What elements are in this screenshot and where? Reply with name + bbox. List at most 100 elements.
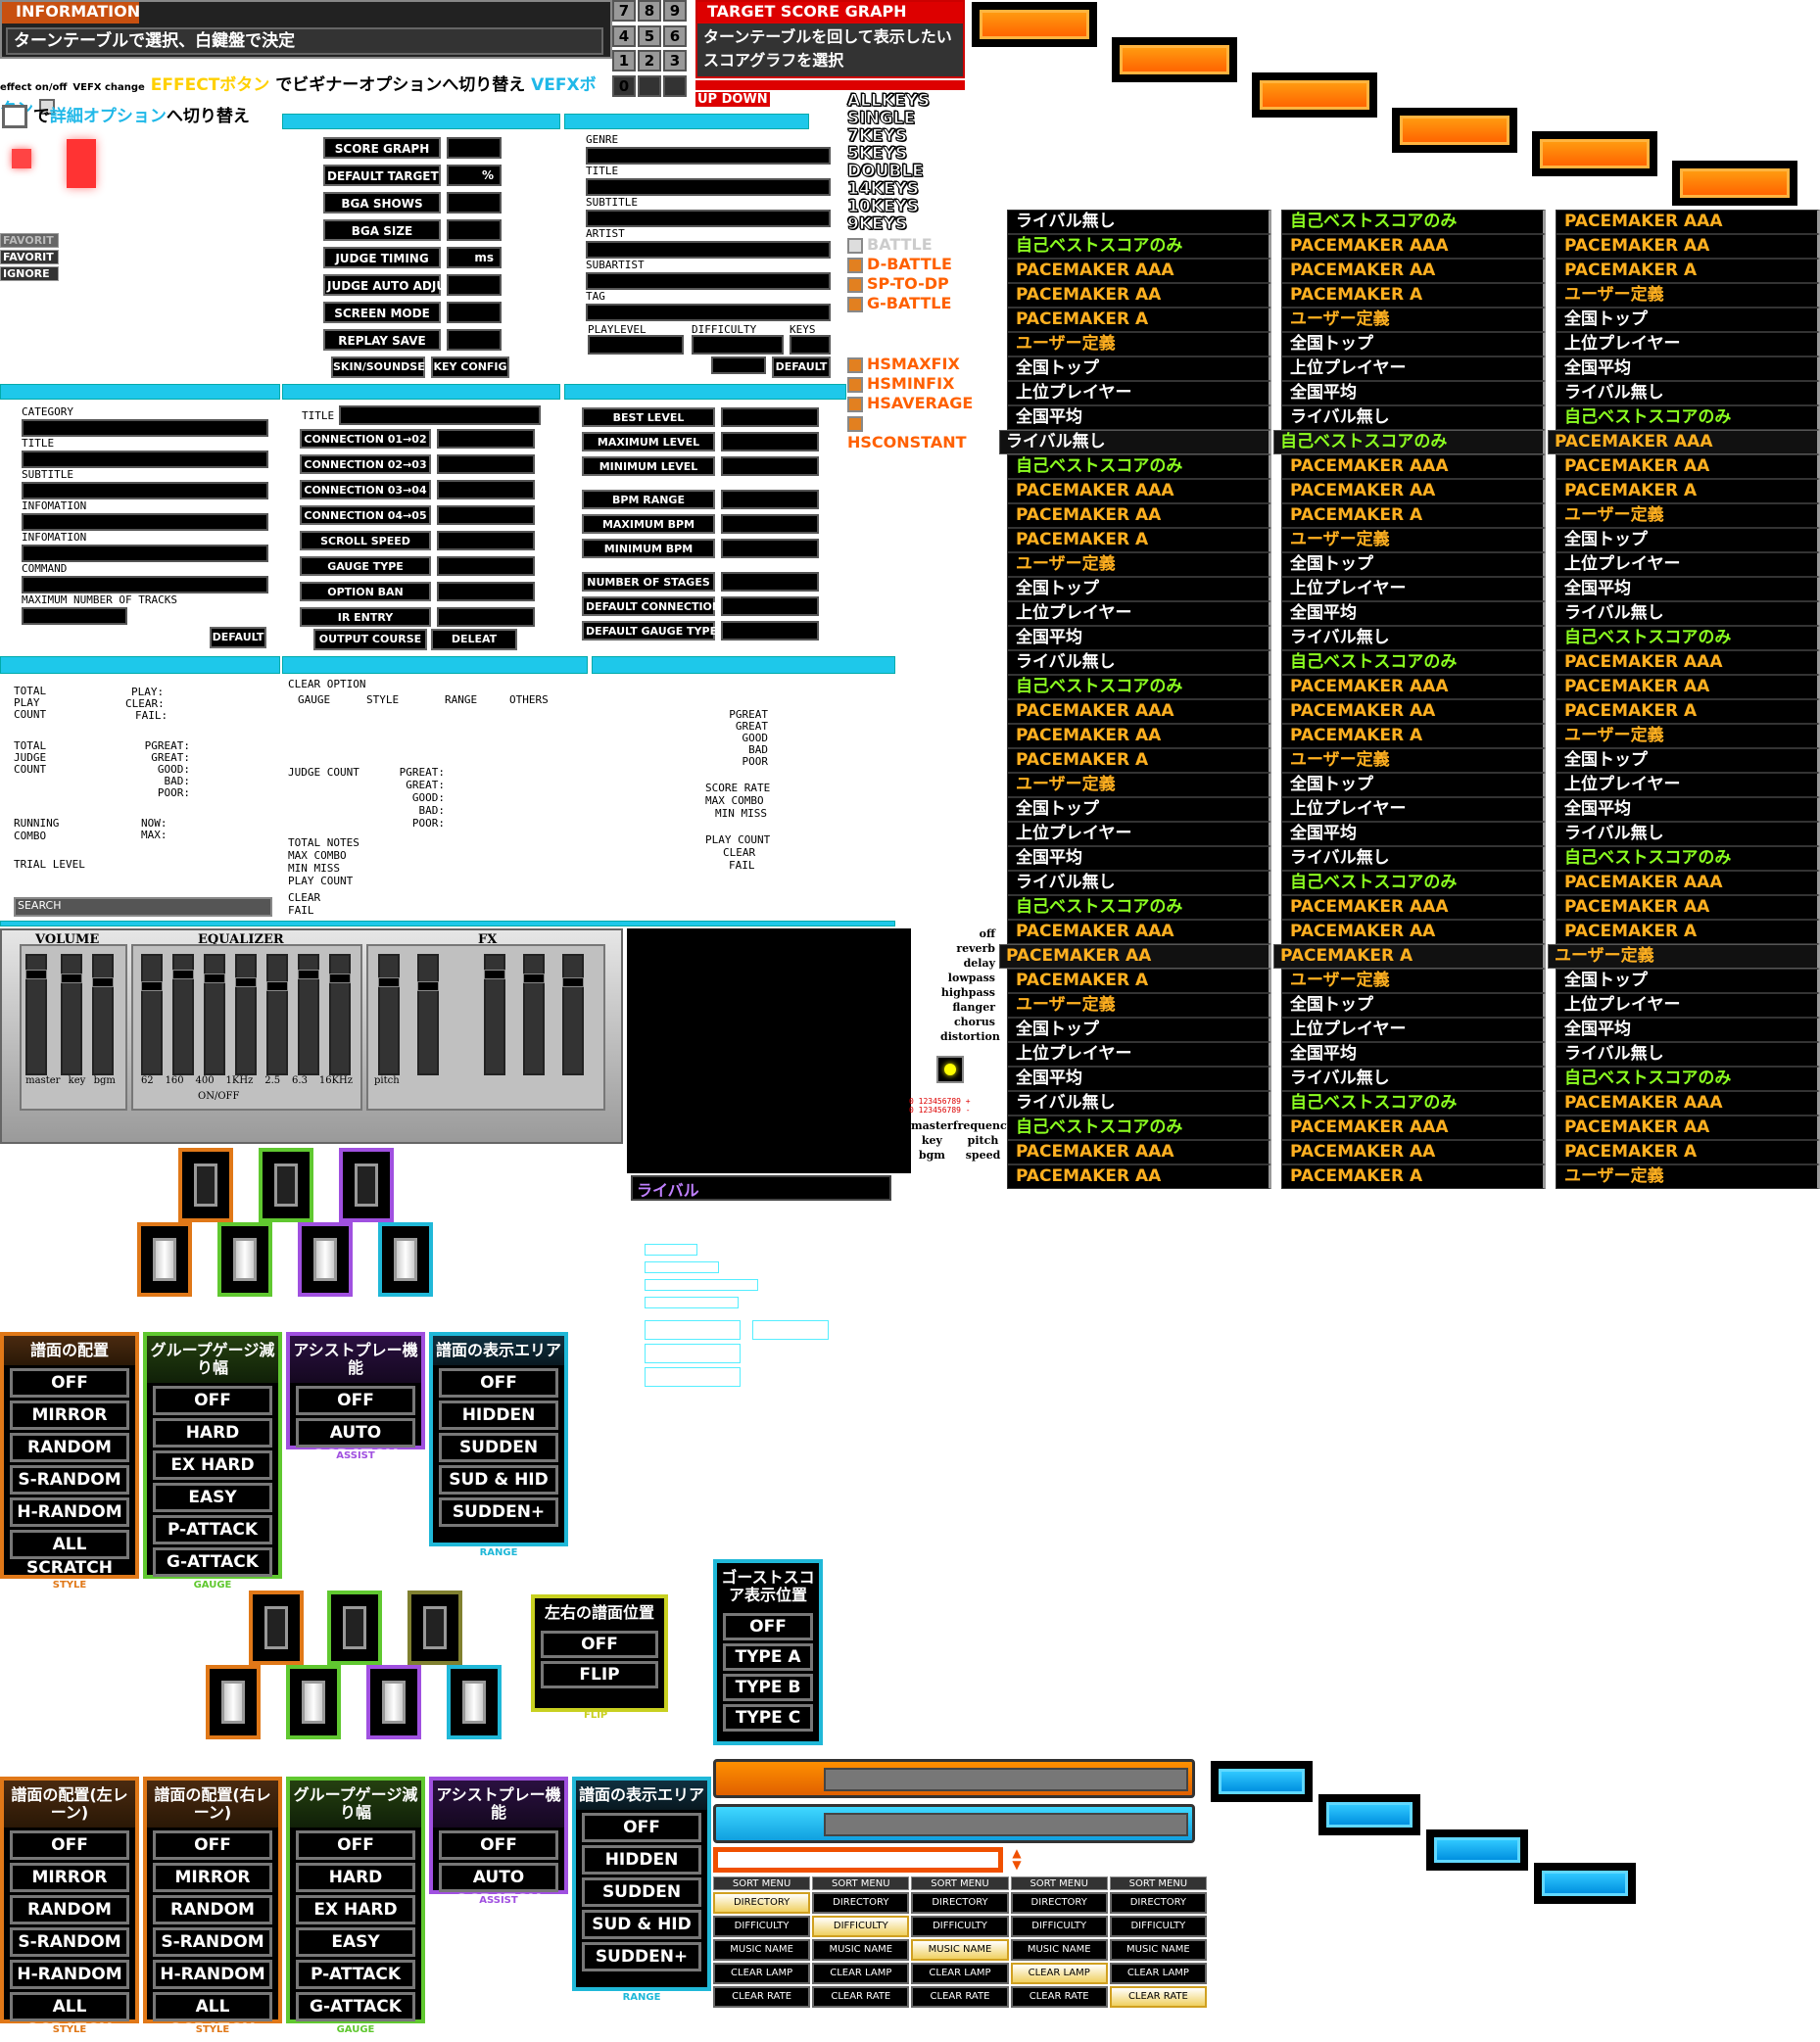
option-item[interactable]: MIRROR (153, 1863, 272, 1892)
target-row[interactable]: 全国トップ (1556, 528, 1820, 552)
course2-value[interactable] (437, 582, 535, 601)
song-info-field[interactable] (586, 241, 831, 259)
course2-row[interactable]: OPTION BAN (300, 582, 545, 601)
course2-row[interactable]: CONNECTION 04→05 (300, 505, 545, 525)
target-row[interactable]: ライバル無し (1007, 871, 1271, 895)
sort-menu-item[interactable]: CLEAR LAMP (1010, 1963, 1108, 1984)
keys-mode-item[interactable]: 14KEYS (847, 180, 955, 199)
keypad-key[interactable]: 0 (612, 74, 636, 97)
course-field[interactable] (22, 607, 127, 625)
target-row[interactable]: ライバル無し (1007, 650, 1271, 675)
course3-value[interactable] (721, 572, 819, 592)
mixer-slider[interactable] (266, 954, 288, 1075)
target-row[interactable]: PACEMAKER AA (1556, 454, 1820, 479)
course-field[interactable] (22, 451, 268, 468)
target-row[interactable]: ライバル無し (1556, 1042, 1820, 1067)
sort-menu-item[interactable]: DIFFICULTY (911, 1916, 1009, 1937)
sort-menu-item[interactable]: MUSIC NAME (1109, 1939, 1207, 1961)
option2-key-1[interactable] (249, 1591, 304, 1665)
flip-item[interactable]: OFF (541, 1631, 658, 1658)
checkbox-icon[interactable] (847, 296, 863, 312)
mixer-slider[interactable] (92, 954, 114, 1075)
fx-item[interactable]: flanger (940, 1000, 995, 1015)
target-row[interactable]: 全国平均 (1007, 405, 1271, 430)
target-row[interactable]: 自己ベストスコアのみ (1281, 1091, 1546, 1116)
target-row[interactable]: PACEMAKER AAA (1556, 650, 1820, 675)
sort-menu-item[interactable]: DIFFICULTY (713, 1916, 811, 1937)
option-item[interactable]: AUTO SCRATCH (439, 1863, 558, 1911)
slider-knob[interactable] (204, 974, 225, 983)
course3-value[interactable] (721, 539, 819, 558)
target-row[interactable]: PACEMAKER AAA (1556, 871, 1820, 895)
course3-value[interactable] (721, 456, 819, 476)
slider-knob[interactable] (92, 977, 114, 987)
checkbox-icon[interactable] (847, 356, 863, 373)
option-item[interactable]: ALL SCRATCH (10, 1530, 129, 1578)
option-item[interactable]: SUDDEN+ (582, 1942, 701, 1971)
keys-mode-item[interactable]: 10KEYS (847, 198, 955, 216)
option-item[interactable]: ALL SCRATCH (153, 1992, 272, 2040)
slider-knob[interactable] (523, 974, 545, 983)
course3-row[interactable]: DEFAULT GAUGE TYPE (582, 621, 827, 641)
hs-option[interactable]: HSMINFIX (847, 374, 984, 394)
option-item[interactable]: G-ATTACK (153, 1547, 272, 1577)
settings-row[interactable]: REPLAY SAVE (323, 329, 509, 351)
favorite-item[interactable]: IGNORE (0, 266, 59, 281)
course2-row[interactable]: SCROLL SPEED (300, 531, 545, 550)
fx-item[interactable]: distortion (940, 1029, 1000, 1044)
course2-row[interactable]: CONNECTION 01→02 (300, 429, 545, 449)
target-row[interactable]: 全国トップ (1556, 969, 1820, 993)
target-row[interactable]: 全国平均 (1556, 577, 1820, 601)
target-row[interactable]: 上位プレイヤー (1556, 552, 1820, 577)
keypad-key[interactable]: 3 (663, 50, 687, 71)
target-row[interactable]: 上位プレイヤー (1556, 993, 1820, 1018)
target-row[interactable]: 上位プレイヤー (1556, 332, 1820, 356)
target-row[interactable]: ライバル無し (1281, 846, 1546, 871)
ghost-item[interactable]: TYPE B (723, 1674, 813, 1701)
option-key-4[interactable] (137, 1222, 192, 1297)
target-row[interactable]: PACEMAKER AAA (1281, 895, 1546, 920)
target-row[interactable]: PACEMAKER A (1007, 969, 1271, 993)
target-row[interactable]: ライバル無し (1281, 626, 1546, 650)
target-row[interactable]: ライバル無し (1281, 1067, 1546, 1091)
course-field[interactable] (22, 482, 268, 499)
settings-value[interactable] (447, 302, 502, 323)
course2-value[interactable] (437, 480, 535, 499)
target-row[interactable]: PACEMAKER AA (1281, 479, 1546, 503)
target-row[interactable]: PACEMAKER A (1556, 479, 1820, 503)
song-info-field[interactable] (586, 147, 831, 165)
updown-label[interactable]: UP DOWN (695, 92, 770, 107)
target-row[interactable]: PACEMAKER A (1007, 748, 1271, 773)
battle-option[interactable]: SP-TO-DP (847, 274, 984, 294)
course3-row[interactable]: MAXIMUM BPM (582, 514, 827, 534)
favorite-item[interactable]: FAVORIT (0, 250, 59, 264)
option-item[interactable]: OFF (296, 1386, 415, 1415)
keypad-key[interactable]: 1 (612, 50, 636, 71)
slider-knob[interactable] (61, 974, 82, 983)
target-row[interactable]: ライバル無し (1281, 405, 1546, 430)
sort-menu-item[interactable]: DIFFICULTY (812, 1916, 910, 1937)
option-item[interactable]: H-RANDOM (153, 1960, 272, 1989)
option-item[interactable]: HIDDEN (582, 1845, 701, 1875)
fx-item[interactable]: off (940, 926, 995, 941)
course2-value[interactable] (437, 429, 535, 449)
target-row[interactable]: ユーザー定義 (1556, 283, 1820, 308)
fx-item[interactable]: delay (940, 956, 995, 971)
target-row[interactable]: 全国平均 (1007, 1067, 1271, 1091)
option-item[interactable]: RANDOM (10, 1895, 129, 1924)
target-row[interactable]: ライバル無し (1556, 601, 1820, 626)
keys-mode-item[interactable]: ALLKEYS (847, 92, 955, 111)
output-course-button[interactable]: OUTPUT COURSE FILE (313, 629, 427, 663)
target-row[interactable]: PACEMAKER AAA (1007, 259, 1271, 283)
sort-menu-item[interactable]: CLEAR RATE (812, 1986, 910, 2008)
course-field[interactable] (22, 576, 268, 594)
target-row[interactable]: ユーザー定義 (1281, 969, 1546, 993)
option-item[interactable]: S-RANDOM (10, 1465, 129, 1495)
default-field[interactable] (711, 356, 766, 374)
checkbox-icon[interactable] (847, 276, 863, 293)
target-row[interactable]: 自己ベストスコアのみ (1281, 210, 1546, 234)
target-header-row[interactable]: 自己ベストスコアのみ (1273, 430, 1546, 454)
option-item[interactable]: OFF (153, 1386, 272, 1415)
course3-value[interactable] (721, 596, 819, 616)
course3-value[interactable] (721, 432, 819, 451)
